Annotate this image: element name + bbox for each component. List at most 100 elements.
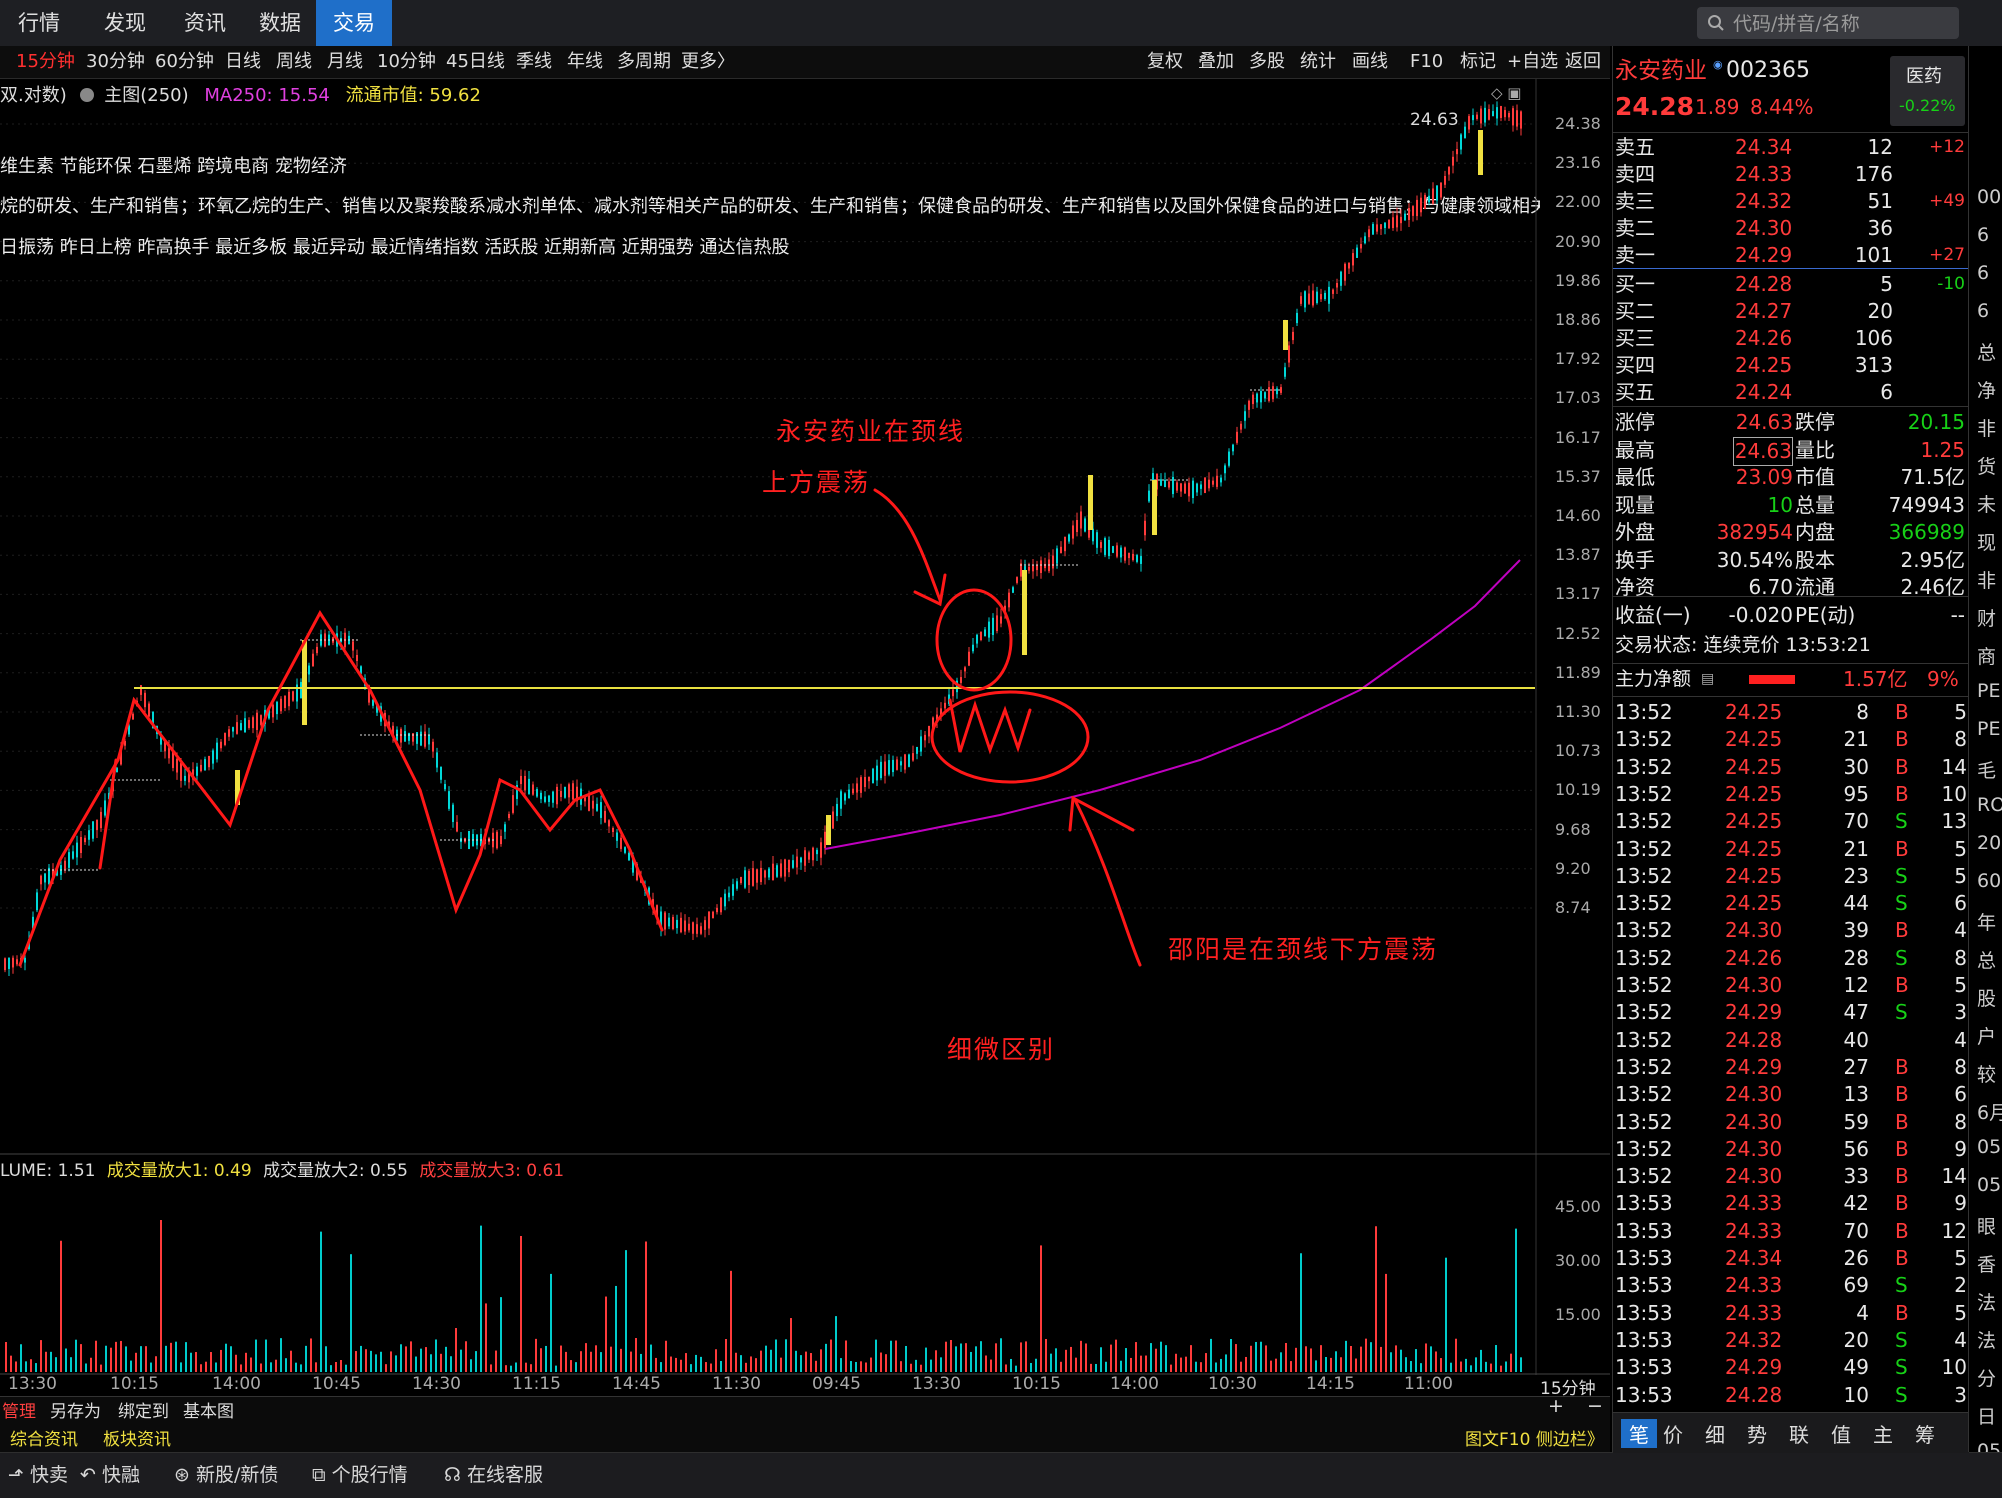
f10-sidebar-toggle[interactable]: 图文F10 侧边栏》: [1465, 1425, 1604, 1450]
toolbar-adjust[interactable]: 复权: [1147, 46, 1183, 78]
panel-tab[interactable]: 细: [1705, 1419, 1725, 1448]
online-service-button[interactable]: ☊ 在线客服: [444, 1453, 543, 1498]
tick-row[interactable]: 13:52 24.30 59 B 8: [1613, 1109, 1969, 1136]
tab-save-as[interactable]: 另存为: [50, 1397, 101, 1422]
tab-base-chart[interactable]: 基本图: [183, 1397, 234, 1422]
orderbook-row[interactable]: 卖一 24.29 101 +27: [1613, 242, 1969, 269]
orderbook-row[interactable]: 买五 24.24 6: [1613, 379, 1969, 406]
tab-bind[interactable]: 绑定到: [118, 1397, 169, 1422]
ipo-button[interactable]: ⊛ 新股/新债: [174, 1453, 278, 1498]
orderbook-row[interactable]: 买一 24.28 5 -10: [1613, 271, 1969, 298]
search-input[interactable]: [1731, 7, 1955, 41]
quick-sell-button[interactable]: ⬏ 快卖: [8, 1453, 68, 1498]
tick-row[interactable]: 13:53 24.34 26 B 5: [1613, 1245, 1969, 1272]
tick-row[interactable]: 13:52 24.30 39 B 4: [1613, 917, 1969, 944]
tick-count: 14: [1941, 754, 1967, 779]
tick-row[interactable]: 13:52 24.25 95 B 10: [1613, 781, 1969, 808]
tick-row[interactable]: 13:52 24.30 56 B 9: [1613, 1136, 1969, 1163]
nav-tab-news[interactable]: 资讯: [170, 0, 240, 46]
period-month[interactable]: 月线: [327, 46, 363, 78]
tick-volume: 13: [1843, 1082, 1869, 1107]
tab-manage[interactable]: 管理: [2, 1397, 36, 1422]
stock-quote-button[interactable]: ⧉ 个股行情: [312, 1453, 408, 1498]
volume-amp-3: 成交量放大3: 0.61: [419, 1161, 565, 1181]
tick-row[interactable]: 13:53 24.32 20 S 4: [1613, 1327, 1969, 1354]
tick-count: 3: [1954, 1382, 1967, 1407]
tick-row[interactable]: 13:52 24.25 21 B 8: [1613, 726, 1969, 753]
panel-tab[interactable]: 价: [1663, 1419, 1683, 1448]
tick-row[interactable]: 13:53 24.29 49 S 10: [1613, 1354, 1969, 1381]
tick-row[interactable]: 13:52 24.25 8 B 5: [1613, 699, 1969, 726]
stock-name[interactable]: 永安药业: [1615, 54, 1707, 88]
zoom-in-button[interactable]: +: [1548, 1395, 1564, 1417]
panel-tab[interactable]: 联: [1789, 1419, 1809, 1448]
tick-row[interactable]: 13:52 24.25 23 S 5: [1613, 863, 1969, 890]
price-grid: [0, 123, 1536, 909]
zoom-out-button[interactable]: −: [1587, 1395, 1603, 1417]
period-30min[interactable]: 30分钟: [86, 46, 145, 78]
info-icon[interactable]: ◉: [1713, 48, 1723, 82]
link-general-info[interactable]: 综合资讯: [10, 1425, 78, 1450]
tick-row[interactable]: 13:52 24.28 40 4: [1613, 1027, 1969, 1054]
tick-row[interactable]: 13:52 24.30 12 B 5: [1613, 972, 1969, 999]
tick-row[interactable]: 13:52 24.30 33 B 14: [1613, 1163, 1969, 1190]
toolbar-stats[interactable]: 统计: [1300, 46, 1336, 78]
side-stripe-item: 毛: [1977, 760, 1997, 782]
panel-tab[interactable]: 势: [1747, 1419, 1767, 1448]
period-year[interactable]: 年线: [567, 46, 603, 78]
list-icon[interactable]: ▤: [1701, 666, 1714, 693]
nav-tab-data[interactable]: 数据: [245, 0, 315, 46]
orderbook-row[interactable]: 买三 24.26 106: [1613, 325, 1969, 352]
tick-direction: B: [1895, 700, 1909, 724]
panel-tab[interactable]: 值: [1831, 1419, 1851, 1448]
toolbar-add-watch[interactable]: +自选: [1507, 46, 1558, 78]
tick-row[interactable]: 13:52 24.25 21 B 5: [1613, 836, 1969, 863]
toolbar-f10[interactable]: F10: [1410, 46, 1443, 78]
panel-tab[interactable]: 主: [1873, 1419, 1893, 1448]
period-10min[interactable]: 10分钟: [377, 46, 436, 78]
tick-row[interactable]: 13:53 24.28 10 S 3: [1613, 1382, 1969, 1409]
tick-row[interactable]: 13:53 24.33 4 B 5: [1613, 1300, 1969, 1327]
tick-row[interactable]: 13:52 24.26 28 S 8: [1613, 945, 1969, 972]
period-multi[interactable]: 多周期: [617, 46, 671, 78]
toolbar-multi-stock[interactable]: 多股: [1249, 46, 1285, 78]
period-quarter[interactable]: 季线: [516, 46, 552, 78]
period-week[interactable]: 周线: [276, 46, 312, 78]
period-45day[interactable]: 45日线: [446, 46, 505, 78]
tick-row[interactable]: 13:52 24.25 44 S 6: [1613, 890, 1969, 917]
link-sector-info[interactable]: 板块资讯: [103, 1425, 171, 1450]
nav-tab-market[interactable]: 行情: [0, 0, 78, 46]
period-day[interactable]: 日线: [225, 46, 261, 78]
tick-row[interactable]: 13:53 24.33 70 B 12: [1613, 1218, 1969, 1245]
orderbook-row[interactable]: 买二 24.27 20: [1613, 298, 1969, 325]
orderbook-row[interactable]: 卖四 24.33 176: [1613, 161, 1969, 188]
period-15min[interactable]: 15分钟: [16, 46, 75, 78]
panel-tab[interactable]: 筹: [1915, 1419, 1935, 1448]
period-more[interactable]: 更多〉: [681, 46, 735, 78]
panel-tab[interactable]: 笔: [1621, 1419, 1657, 1448]
tick-row[interactable]: 13:52 24.29 27 B 8: [1613, 1054, 1969, 1081]
toolbar-draw[interactable]: 画线: [1352, 46, 1388, 78]
tick-row[interactable]: 13:53 24.33 42 B 9: [1613, 1190, 1969, 1217]
tick-row[interactable]: 13:52 24.25 70 S 13: [1613, 808, 1969, 835]
toolbar-overlay[interactable]: 叠加: [1198, 46, 1234, 78]
period-60min[interactable]: 60分钟: [155, 46, 214, 78]
price-axis-label: 8.74: [1555, 898, 1591, 917]
tick-row[interactable]: 13:52 24.30 13 B 6: [1613, 1081, 1969, 1108]
quick-margin-button[interactable]: ↶ 快融: [80, 1453, 140, 1498]
nav-tab-trade[interactable]: 交易: [316, 0, 392, 46]
tick-volume: 33: [1843, 1164, 1869, 1189]
nav-tab-discover[interactable]: 发现: [90, 0, 160, 46]
toolbar-mark[interactable]: 标记: [1460, 46, 1496, 78]
toolbar-back[interactable]: 返回: [1565, 46, 1601, 78]
orderbook-row[interactable]: 卖五 24.34 12 +12: [1613, 134, 1969, 161]
tick-row[interactable]: 13:52 24.25 30 B 14: [1613, 754, 1969, 781]
orderbook-row[interactable]: 买四 24.25 313: [1613, 352, 1969, 379]
orderbook-row[interactable]: 卖三 24.32 51 +49: [1613, 188, 1969, 215]
kline-chart[interactable]: [0, 79, 1610, 1396]
tick-time: 13:53: [1615, 1191, 1673, 1216]
tick-row[interactable]: 13:53 24.33 69 S 2: [1613, 1272, 1969, 1299]
orderbook-row[interactable]: 卖二 24.30 36: [1613, 215, 1969, 242]
tick-row[interactable]: 13:52 24.29 47 S 3: [1613, 999, 1969, 1026]
search-box[interactable]: [1697, 7, 1959, 41]
